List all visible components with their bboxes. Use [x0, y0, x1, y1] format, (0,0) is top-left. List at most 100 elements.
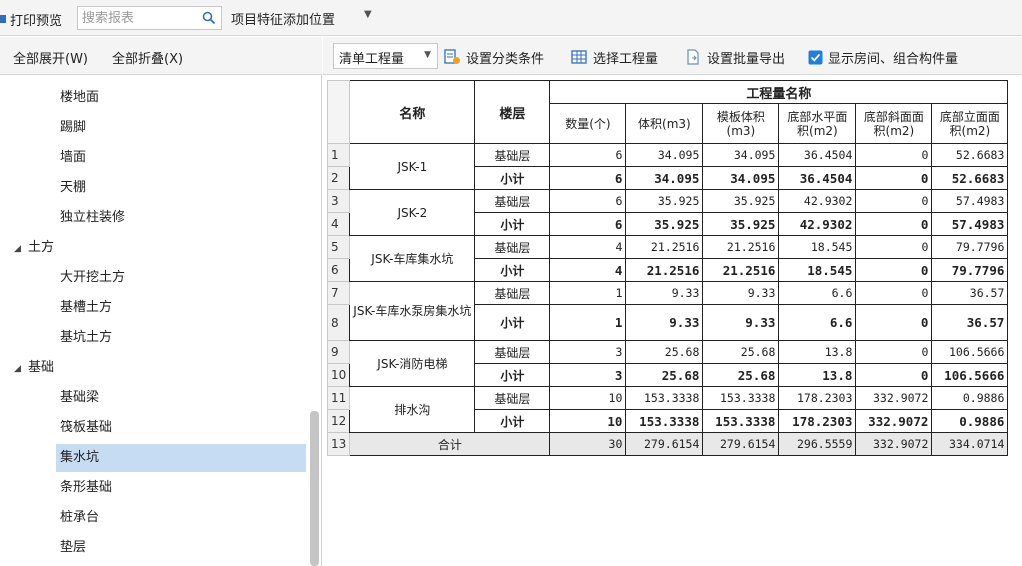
row-number[interactable]: 7 [326, 281, 351, 305]
row-number[interactable]: 12 [326, 409, 351, 433]
checkbox-checked-icon[interactable] [808, 50, 823, 65]
show-rooms-checkbox[interactable]: 显示房间、组合构件量 [808, 47, 958, 67]
report-toolbar: 清单工程量 ▼ 设置分类条件 选择工程量 设置批量导出 显示房间、组合构件量 [323, 37, 1022, 75]
quantity-cell: 9.33 [702, 304, 780, 341]
quantity-cell: 35.925 [625, 189, 704, 213]
tree-item[interactable]: 筏板基础 [56, 414, 306, 442]
quantity-cell: 25.68 [625, 363, 704, 387]
table-row: 7 JSK-车库水泵房集水坑 基础层 1 9.33 9.33 6.6 0 36.57 [326, 281, 1009, 341]
tree-item-label: 基础 [28, 360, 55, 375]
row-number[interactable]: 11 [326, 386, 351, 410]
quantity-cell: 42.9302 [778, 212, 857, 236]
quantity-cell: 34.095 [625, 143, 704, 167]
component-name-cell: JSK-1 [349, 143, 476, 190]
row-number[interactable]: 1 [326, 143, 351, 167]
search-icon[interactable] [202, 11, 216, 25]
tree-item[interactable]: 楼地面 [56, 84, 306, 112]
tree-group[interactable]: ◢ 土方 [14, 234, 54, 262]
floor-cell: 小计 [474, 258, 551, 282]
row-number[interactable]: 5 [326, 235, 351, 259]
tree-item[interactable]: 踢脚 [56, 114, 306, 142]
tree-item[interactable]: 基槽土方 [56, 294, 306, 322]
total-row: 13 合计 30 279.6154 279.6154 296.5559 332.9072 33… [326, 432, 1009, 456]
row-number[interactable]: 3 [326, 189, 351, 213]
quantity-cell: 0 [855, 363, 933, 387]
print-preview-button[interactable]: 打印预览 [0, 9, 62, 29]
tree-item-label: 垫层 [60, 540, 87, 555]
tree-item[interactable]: 天棚 [56, 174, 306, 202]
tree-item[interactable]: 桩承台 [56, 504, 306, 532]
floor-cell: 基础层 [474, 386, 551, 410]
expand-all-button[interactable]: 全部展开(W) [13, 48, 88, 67]
tree-item-label: 踢脚 [60, 120, 87, 135]
quantity-cell: 21.2516 [702, 258, 780, 282]
quantity-cell: 36.57 [931, 281, 1009, 305]
tree-item-label: 条形基础 [60, 480, 113, 495]
floor-cell: 小计 [474, 409, 551, 433]
quantity-cell: 153.3338 [702, 409, 780, 433]
total-cell: 30 [549, 432, 627, 456]
tree-scrollbar[interactable] [310, 411, 319, 566]
tree-item[interactable]: 墙面 [56, 144, 306, 172]
quantity-cell: 34.095 [702, 166, 780, 190]
table-row: 11 排水沟 基础层 10 153.3338 153.3338 178.2303 332.90… [326, 386, 1009, 433]
quantity-cell: 0 [855, 143, 933, 167]
component-name-cell: JSK-消防电梯 [349, 340, 476, 387]
collapse-triangle-icon[interactable]: ◢ [14, 235, 28, 263]
tree-item[interactable]: 集水坑 [56, 444, 306, 472]
quantity-cell: 9.33 [625, 281, 704, 305]
quantity-cell: 13.8 [778, 363, 857, 387]
component-name-cell: 排水沟 [349, 386, 476, 433]
quantity-cell: 0.9886 [931, 409, 1009, 433]
floor-cell: 基础层 [474, 143, 551, 167]
quantity-cell: 52.6683 [931, 143, 1009, 167]
column-header-qty: 底部水平面积(m2) [778, 103, 857, 144]
quantity-cell: 4 [549, 258, 627, 282]
quantity-cell: 57.4983 [931, 212, 1009, 236]
floor-cell: 基础层 [474, 281, 551, 305]
report-search-input[interactable] [82, 9, 197, 27]
row-number[interactable]: 4 [326, 212, 351, 236]
set-category-button[interactable]: 设置分类条件 [444, 47, 544, 67]
feature-position-dropdown[interactable]: 项目特征添加位置 [231, 9, 335, 28]
quantity-cell: 25.68 [702, 340, 780, 364]
quantity-cell: 21.2516 [702, 235, 780, 259]
printer-icon [0, 12, 8, 26]
tree-item[interactable]: 条形基础 [56, 474, 306, 502]
quantity-cell: 57.4983 [931, 189, 1009, 213]
total-cell: 296.5559 [778, 432, 857, 456]
table-row: 9 JSK-消防电梯 基础层 3 25.68 25.68 13.8 0 106.5666 [326, 340, 1009, 387]
tree-item-label: 墙面 [60, 150, 87, 165]
quantity-type-select[interactable]: 清单工程量 ▼ [333, 43, 438, 69]
grid-corner [326, 80, 351, 144]
collapse-triangle-icon[interactable]: ◢ [14, 355, 28, 383]
row-number[interactable]: 9 [326, 340, 351, 364]
row-number[interactable]: 13 [326, 432, 351, 456]
quantity-cell: 4 [549, 235, 627, 259]
quantity-cell: 6 [549, 189, 627, 213]
row-number[interactable]: 8 [326, 304, 351, 341]
tree-group[interactable]: ◢ 基础 [14, 354, 54, 382]
component-name-cell: JSK-车库集水坑 [349, 235, 476, 282]
quantity-cell: 153.3338 [702, 386, 780, 410]
tree-item[interactable]: 基坑土方 [56, 324, 306, 352]
tree-item-label: 大开挖土方 [60, 270, 126, 285]
set-category-label: 设置分类条件 [466, 51, 545, 67]
quantity-cell: 3 [549, 340, 627, 364]
tree-item[interactable]: 独立柱装修 [56, 204, 306, 232]
row-number[interactable]: 10 [326, 363, 351, 387]
report-search-box[interactable] [77, 6, 222, 30]
chevron-down-icon[interactable]: ▼ [364, 9, 372, 20]
tree-item[interactable]: 垫层 [56, 534, 306, 562]
batch-export-button[interactable]: 设置批量导出 [685, 47, 785, 67]
collapse-all-button[interactable]: 全部折叠(X) [112, 48, 183, 67]
select-quantity-button[interactable]: 选择工程量 [571, 47, 658, 67]
total-cell: 334.0714 [931, 432, 1009, 456]
category-settings-icon [444, 49, 460, 64]
quantity-cell: 6.6 [778, 304, 857, 341]
row-number[interactable]: 2 [326, 166, 351, 190]
tree-item[interactable]: 大开挖土方 [56, 264, 306, 292]
tree-item[interactable]: 基础梁 [56, 384, 306, 412]
quantity-cell: 0 [855, 189, 933, 213]
row-number[interactable]: 6 [326, 258, 351, 282]
